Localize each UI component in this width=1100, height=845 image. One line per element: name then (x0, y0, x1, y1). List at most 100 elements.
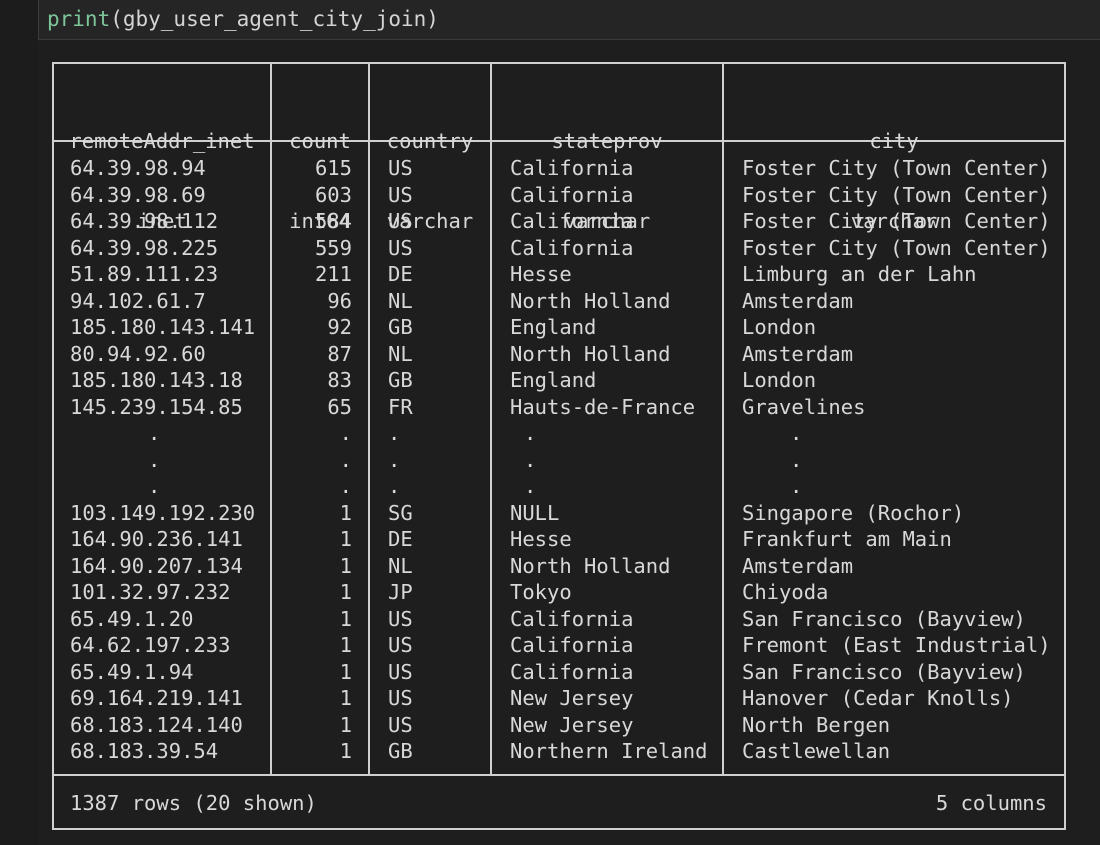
table-cell: Tokyo (510, 580, 572, 604)
table-cell: 65 (327, 394, 352, 419)
table-cell: Foster City (Town Center) (742, 235, 1051, 260)
table-cell: 559 (314, 235, 352, 260)
ellipsis-cell: . (148, 447, 161, 472)
table-cell: 1 (339, 686, 352, 710)
table-cell: Singapore (Rochor) (742, 500, 965, 525)
table-cell: 584 (314, 209, 352, 233)
table-cell: London (742, 368, 817, 392)
ellipsis-cell: . (148, 421, 161, 445)
table-cell: 51.89.111.23 (70, 262, 219, 286)
table-cell: North Holland (510, 288, 671, 313)
table-cell: Foster City (Town Center) (742, 209, 1051, 233)
table-cell: 1 (339, 712, 352, 737)
table-cell: 80.94.92.60 (70, 341, 206, 366)
ellipsis-cell: . (524, 474, 537, 498)
ellipsis-cell: . (388, 421, 401, 445)
column-name: country (386, 129, 474, 153)
ellipsis-cell: . (339, 474, 352, 498)
table-cell: NL (388, 288, 413, 313)
table-cell: US (388, 235, 413, 260)
table-cell: Foster City (Town Center) (742, 156, 1051, 180)
table-cell: US (388, 686, 413, 710)
table-cell: Limburg an der Lahn (742, 262, 977, 286)
table-cell: New Jersey (510, 712, 634, 737)
table-cell: 64.39.98.225 (70, 235, 219, 260)
table-cell: US (388, 182, 413, 207)
table-cell: US (388, 606, 413, 631)
table-cell: North Holland (510, 553, 671, 578)
table-cell: Amsterdam (742, 341, 854, 366)
table-cell: North Bergen (742, 712, 891, 737)
table-cell: Hauts-de-France (510, 394, 696, 419)
table-cell: 185.180.143.141 (70, 315, 256, 339)
table-cell: 87 (327, 341, 352, 366)
ellipsis-cell: . (388, 474, 401, 498)
table-cell: US (388, 156, 413, 180)
table-cell: Amsterdam (742, 288, 854, 313)
table-cell: England (510, 368, 597, 392)
table-cell: California (510, 156, 634, 180)
ellipsis-cell: . (388, 447, 401, 472)
table-cell: DE (388, 527, 413, 551)
row-count-footer: 1387 rows (20 shown) (70, 791, 317, 815)
table-cell: 83 (327, 368, 352, 392)
table-cell: 185.180.143.18 (70, 368, 243, 392)
table-cell: GB (388, 368, 413, 392)
table-cell: 101.32.97.232 (70, 580, 231, 604)
table-cell: Chiyoda (742, 580, 829, 604)
table-cell: US (388, 633, 413, 657)
table-cell: 603 (314, 182, 352, 207)
table-cell: FR (388, 394, 413, 419)
table-cell: California (510, 659, 634, 684)
column-name: city (869, 129, 919, 153)
ellipsis-cell: . (790, 447, 803, 472)
table-cell: 64.39.98.112 (70, 209, 219, 233)
ellipsis-cell: . (524, 447, 537, 472)
table-cell: 68.183.39.54 (70, 739, 219, 763)
table-cell: NL (388, 341, 413, 366)
code-function: print (47, 7, 111, 31)
table-cell: GB (388, 739, 413, 763)
table-cell: New Jersey (510, 686, 634, 710)
table-right-border (1064, 62, 1066, 830)
table-cell: SG (388, 500, 413, 525)
ellipsis-cell: . (524, 421, 537, 445)
table-cell: London (742, 315, 817, 339)
table-cell: Hanover (Cedar Knolls) (742, 686, 1014, 710)
ellipsis-cell: . (790, 474, 803, 498)
table-cell: 68.183.124.140 (70, 712, 243, 737)
ellipsis-cell: . (790, 421, 803, 445)
table-cell: 1 (339, 500, 352, 525)
table-cell: Castlewellan (742, 739, 891, 763)
table-cell: Hesse (510, 527, 572, 551)
table-cell: 1 (339, 580, 352, 604)
table-cell: US (388, 712, 413, 737)
table-cell: 1 (339, 659, 352, 684)
table-cell: GB (388, 315, 413, 339)
table-cell: JP (388, 580, 413, 604)
code-line[interactable]: print(gby_user_agent_city_join) (47, 5, 439, 33)
table-cell: California (510, 606, 634, 631)
footer-divider (52, 774, 1066, 776)
table-top-border (52, 62, 1066, 64)
code-argument: (gby_user_agent_city_join) (110, 7, 439, 31)
table-cell: California (510, 182, 634, 207)
table-cell: 69.164.219.141 (70, 686, 243, 710)
table-cell: England (510, 315, 597, 339)
table-cell: 164.90.236.141 (70, 527, 243, 551)
table-cell: Hesse (510, 262, 572, 286)
table-cell: California (510, 235, 634, 260)
table-cell: Fremont (East Industrial) (742, 633, 1051, 657)
table-cell: 164.90.207.134 (70, 553, 243, 578)
code-cell[interactable]: print(gby_user_agent_city_join) (38, 0, 1100, 40)
table-cell: North Holland (510, 341, 671, 366)
ellipsis-cell: . (339, 447, 352, 472)
table-cell: 1 (339, 739, 352, 763)
cell-gutter (0, 0, 38, 845)
table-cell: California (510, 209, 634, 233)
table-cell: 103.149.192.230 (70, 500, 256, 525)
ellipsis-cell: . (339, 421, 352, 445)
table-cell: 145.239.154.85 (70, 394, 243, 419)
table-cell: Gravelines (742, 394, 866, 419)
result-table: remoteAddr_inet inet count int64 country… (52, 62, 1066, 830)
